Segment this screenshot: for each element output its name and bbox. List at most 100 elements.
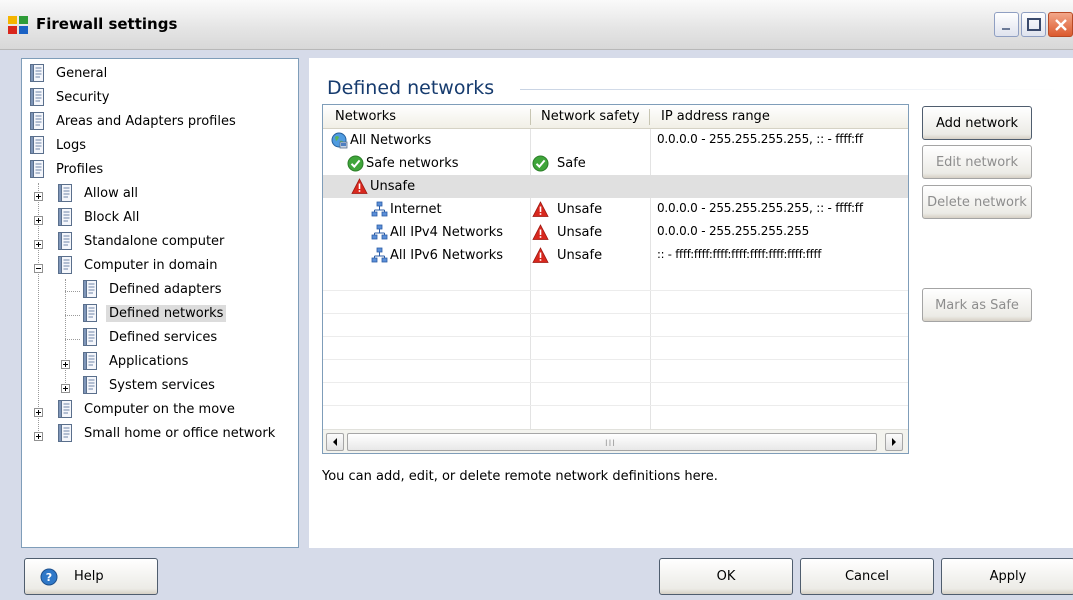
network-name-cell: Unsafe xyxy=(351,178,415,195)
expand-toggle[interactable] xyxy=(34,408,43,417)
warning-icon xyxy=(532,201,549,218)
document-icon xyxy=(29,88,45,106)
tree-item-profiles[interactable]: Profiles xyxy=(29,158,106,180)
column-header-ip-range[interactable]: IP address range xyxy=(661,109,770,124)
edit-network-button[interactable]: Edit network xyxy=(922,145,1032,179)
ip-range-cell: 0.0.0.0 - 255.255.255.255, :: - ffff:ff xyxy=(657,201,863,215)
tree-item-standalone-computer[interactable]: Standalone computer xyxy=(57,230,227,252)
scrollbar-grip: III xyxy=(605,439,616,449)
document-icon xyxy=(57,232,73,250)
tree-item-block-all[interactable]: Block All xyxy=(57,206,142,228)
table-header: Networks Network safety IP address range xyxy=(323,105,908,129)
network-icon xyxy=(371,224,388,241)
network-name: Unsafe xyxy=(370,179,416,194)
add-network-button[interactable]: Add network xyxy=(922,106,1032,140)
minimize-button[interactable] xyxy=(994,12,1019,37)
scroll-left-button[interactable] xyxy=(326,433,344,451)
network-name-cell: All Networks xyxy=(331,132,431,149)
tree-item-computer-in-domain[interactable]: Computer in domain xyxy=(57,254,220,276)
document-icon xyxy=(82,304,98,322)
mark-as-safe-button[interactable]: Mark as Safe xyxy=(922,288,1032,322)
networks-table[interactable]: Networks Network safety IP address range… xyxy=(322,104,909,454)
document-icon xyxy=(29,160,45,178)
network-name: All IPv6 Networks xyxy=(390,248,504,263)
minimize-icon xyxy=(1002,28,1010,30)
safety-cell: Unsafe xyxy=(532,224,602,241)
tree-item-logs[interactable]: Logs xyxy=(29,134,89,156)
tree-item-small-home-office[interactable]: Small home or office network xyxy=(57,422,278,444)
expand-toggle[interactable] xyxy=(34,192,43,201)
warning-icon xyxy=(532,224,549,241)
ip-range-cell: 0.0.0.0 - 255.255.255.255 xyxy=(657,224,810,238)
safety-label: Unsafe xyxy=(557,202,603,217)
cancel-button[interactable]: Cancel xyxy=(800,558,934,595)
network-name-cell: All IPv6 Networks xyxy=(371,247,503,264)
tree-item-defined-adapters[interactable]: Defined adapters xyxy=(82,278,224,300)
table-row[interactable]: All IPv6 Networks Unsafe :: - ffff:ffff:… xyxy=(323,244,908,267)
document-icon xyxy=(57,256,73,274)
safety-cell: Safe xyxy=(532,155,586,172)
table-row[interactable]: Safe networks Safe xyxy=(323,152,908,175)
apply-button[interactable]: Apply xyxy=(941,558,1073,595)
scrollbar-thumb[interactable]: III xyxy=(347,433,877,451)
ok-button[interactable]: OK xyxy=(659,558,793,595)
scroll-right-icon xyxy=(892,438,896,446)
ip-range-cell: 0.0.0.0 - 255.255.255.255, :: - ffff:ff xyxy=(657,132,863,146)
tree-item-system-services[interactable]: System services xyxy=(82,374,218,396)
document-icon xyxy=(82,328,98,346)
scroll-left-icon xyxy=(333,438,337,446)
expand-toggle[interactable] xyxy=(61,384,70,393)
collapse-toggle[interactable] xyxy=(34,264,43,273)
page-title: Defined networks xyxy=(327,77,495,99)
tree-item-computer-on-the-move[interactable]: Computer on the move xyxy=(57,398,238,420)
document-icon xyxy=(82,352,98,370)
settings-tree[interactable]: General Security Areas and Adapters prof… xyxy=(21,58,299,548)
tree-item-general[interactable]: General xyxy=(29,62,110,84)
table-row[interactable]: Internet Unsafe 0.0.0.0 - 255.255.255.25… xyxy=(323,198,908,221)
tree-item-security[interactable]: Security xyxy=(29,86,112,108)
scroll-right-button[interactable] xyxy=(885,433,903,451)
tree-item-label: Small home or office network xyxy=(84,425,276,441)
network-name: Safe networks xyxy=(366,156,459,171)
row-gridline xyxy=(323,359,908,360)
column-header-network-safety[interactable]: Network safety xyxy=(541,109,640,124)
table-row[interactable]: All IPv4 Networks Unsafe 0.0.0.0 - 255.2… xyxy=(323,221,908,244)
column-header-networks[interactable]: Networks xyxy=(335,109,396,124)
avg-app-icon xyxy=(8,16,28,34)
document-icon xyxy=(57,208,73,226)
tree-item-label: Logs xyxy=(56,137,86,153)
table-row[interactable]: All Networks 0.0.0.0 - 255.255.255.255, … xyxy=(323,129,908,152)
expand-toggle[interactable] xyxy=(34,240,43,249)
window-title: Firewall settings xyxy=(36,15,178,33)
expand-toggle[interactable] xyxy=(61,360,70,369)
safety-cell: Unsafe xyxy=(532,201,602,218)
expand-toggle[interactable] xyxy=(34,432,43,441)
table-row[interactable]: Unsafe xyxy=(323,175,908,198)
expand-toggle[interactable] xyxy=(34,216,43,225)
document-icon xyxy=(57,400,73,418)
tree-item-defined-networks[interactable]: Defined networks xyxy=(82,302,227,324)
tree-item-label: Defined networks xyxy=(106,304,227,322)
tree-item-label: Standalone computer xyxy=(84,233,225,249)
tree-item-areas-adapters[interactable]: Areas and Adapters profiles xyxy=(29,110,239,132)
network-name: All Networks xyxy=(350,133,432,148)
tree-item-allow-all[interactable]: Allow all xyxy=(57,182,141,204)
network-name-cell: All IPv4 Networks xyxy=(371,224,503,241)
help-icon: ? xyxy=(40,568,58,585)
safe-check-icon xyxy=(347,155,364,172)
tree-item-applications[interactable]: Applications xyxy=(82,350,191,372)
column-divider[interactable] xyxy=(530,109,531,125)
maximize-button[interactable] xyxy=(1021,12,1046,37)
safety-label: Unsafe xyxy=(557,225,603,240)
horizontal-scrollbar[interactable]: III xyxy=(323,429,908,453)
tree-item-defined-services[interactable]: Defined services xyxy=(82,326,220,348)
column-divider[interactable] xyxy=(649,109,650,125)
document-icon xyxy=(29,136,45,154)
close-button[interactable] xyxy=(1048,12,1073,37)
network-name-cell: Internet xyxy=(371,201,442,218)
tree-item-label: General xyxy=(56,65,108,81)
document-icon xyxy=(82,376,98,394)
help-button[interactable]: ? Help xyxy=(24,558,158,595)
delete-network-button[interactable]: Delete network xyxy=(922,185,1032,219)
globe-network-icon xyxy=(331,132,348,149)
